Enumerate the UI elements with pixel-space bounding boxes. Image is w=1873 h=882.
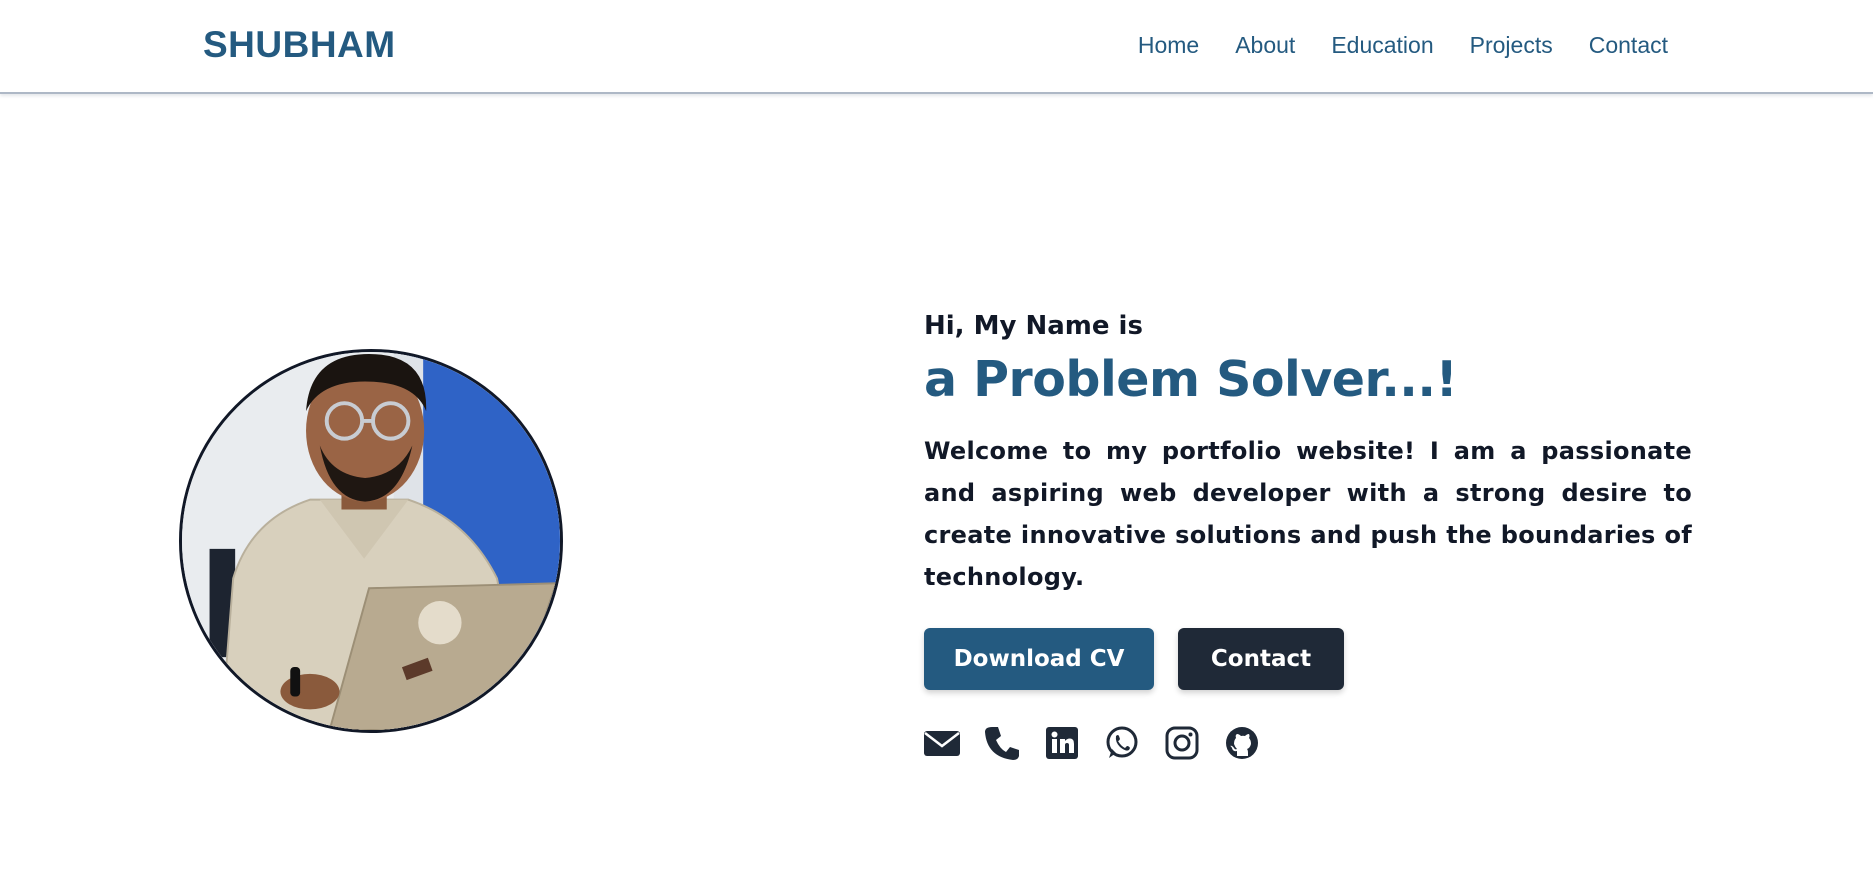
hero-section: Hi, My Name is a Problem Solver...! Welc… [924,311,1692,761]
nav-link-education[interactable]: Education [1331,32,1433,58]
social-links [924,725,1692,761]
nav-link-projects[interactable]: Projects [1470,32,1553,58]
nav-links: Home About Education Projects Contact [1138,32,1668,59]
nav-item-about: About [1235,32,1295,59]
download-cv-button[interactable]: Download CV [924,628,1154,690]
email-icon[interactable] [924,725,960,761]
nav-link-home[interactable]: Home [1138,32,1199,58]
nav-item-home: Home [1138,32,1199,59]
brand-logo[interactable]: SHUBHAM [203,24,396,66]
whatsapp-icon[interactable] [1104,725,1140,761]
nav-item-projects: Projects [1470,32,1553,59]
profile-photo-illustration [182,352,560,730]
linkedin-icon[interactable] [1044,725,1080,761]
github-icon[interactable] [1224,725,1260,761]
instagram-icon[interactable] [1164,725,1200,761]
hero-buttons: Download CV Contact [924,628,1692,690]
phone-icon[interactable] [984,725,1020,761]
intro-paragraph: Welcome to my portfolio website! I am a … [924,437,1692,591]
contact-button[interactable]: Contact [1178,628,1344,690]
nav-link-about[interactable]: About [1235,32,1295,58]
profile-photo [179,349,563,733]
navbar: SHUBHAM Home About Education Projects Co… [0,0,1873,94]
headline: a Problem Solver...! [924,351,1458,408]
nav-item-education: Education [1331,32,1433,59]
nav-link-contact[interactable]: Contact [1589,32,1668,58]
nav-item-contact: Contact [1589,32,1668,59]
greeting-text: Hi, My Name is [924,311,1143,341]
